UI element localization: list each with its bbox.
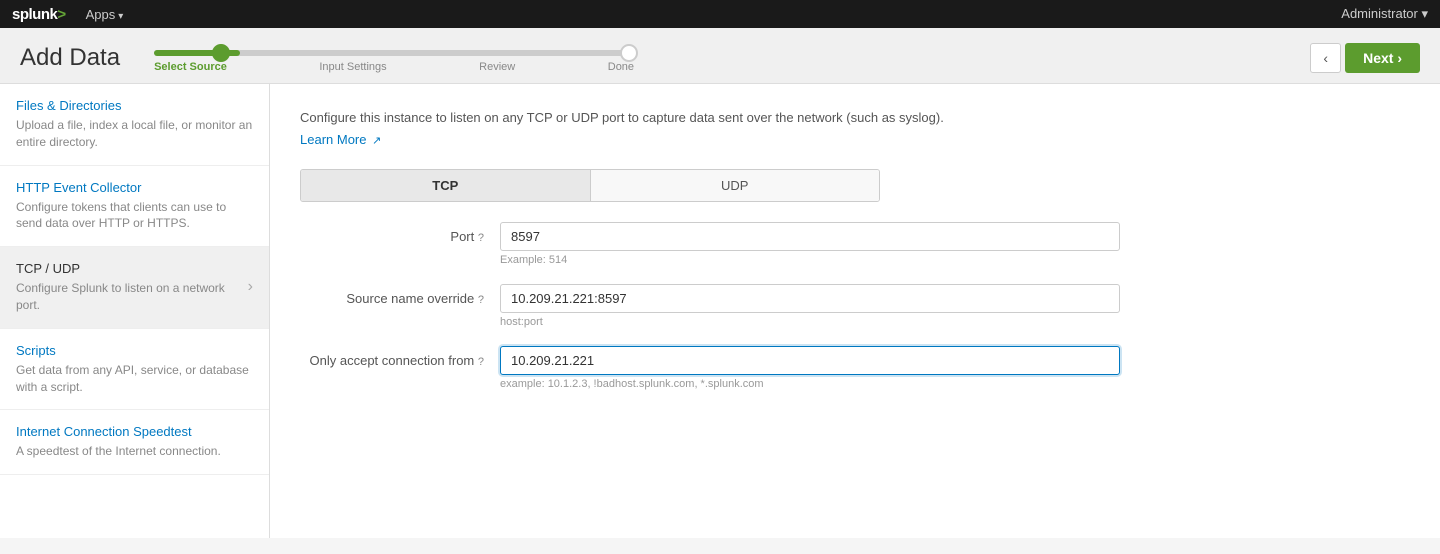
right-panel: Configure this instance to listen on any… (270, 84, 1440, 538)
wizard-top (144, 42, 644, 56)
input-port[interactable] (500, 222, 1120, 251)
label-source-name-override: Source name override ? (300, 284, 500, 306)
header-area: Add Data Select Source Input Settings Re… (0, 28, 1440, 84)
sidebar: Files & Directories Upload a file, index… (0, 84, 270, 538)
tcp-button[interactable]: TCP (301, 170, 591, 201)
hint-source-name-override: host:port (500, 316, 1120, 328)
form-fields: Port ?Example: 514 Source name override ?… (300, 222, 1410, 390)
wizard-step-3: Review (479, 61, 515, 73)
input-source-name-override[interactable] (500, 284, 1120, 313)
sidebar-item-speedtest-title: Internet Connection Speedtest (16, 424, 253, 439)
nav-buttons: ‹ Next › (1310, 43, 1420, 73)
udp-button[interactable]: UDP (591, 170, 880, 201)
sidebar-item-http-desc: Configure tokens that clients can use to… (16, 199, 253, 233)
learn-more-link[interactable]: Learn More ↗ (300, 132, 381, 147)
wizard-step-1: Select Source (154, 61, 227, 73)
sidebar-item-http[interactable]: HTTP Event Collector Configure tokens th… (0, 166, 269, 248)
sidebar-item-speedtest[interactable]: Internet Connection Speedtest A speedtes… (0, 410, 269, 475)
hint-only-accept-connection: example: 10.1.2.3, !badhost.splunk.com, … (500, 378, 1120, 390)
sidebar-item-files-desc: Upload a file, index a local file, or mo… (16, 117, 253, 151)
field-wrapper-only-accept-connection: example: 10.1.2.3, !badhost.splunk.com, … (500, 346, 1120, 390)
sidebar-item-tcp-title: TCP / UDP (16, 261, 248, 276)
chevron-right-icon: › (248, 278, 253, 296)
help-icon-source-name-override[interactable]: ? (478, 294, 484, 306)
form-row-source-name-override: Source name override ?host:port (300, 284, 1120, 328)
sidebar-item-tcp[interactable]: TCP / UDP Configure Splunk to listen on … (0, 247, 269, 329)
page-title: Add Data (20, 44, 120, 72)
form-row-only-accept-connection: Only accept connection from ?example: 10… (300, 346, 1120, 390)
field-wrapper-port: Example: 514 (500, 222, 1120, 266)
next-button[interactable]: Next › (1345, 43, 1420, 73)
wizard-dot-done (620, 44, 638, 62)
wizard-dot-active (212, 44, 230, 62)
main-content: Files & Directories Upload a file, index… (0, 84, 1440, 538)
sidebar-item-tcp-row: TCP / UDP Configure Splunk to listen on … (16, 261, 253, 314)
sidebar-item-tcp-desc: Configure Splunk to listen on a network … (16, 280, 248, 314)
sidebar-item-files-title: Files & Directories (16, 98, 253, 113)
external-link-icon: ↗ (372, 135, 381, 147)
help-icon-only-accept-connection[interactable]: ? (478, 356, 484, 368)
splunk-logo: splunk> (12, 6, 66, 23)
apps-arrow: ▾ (118, 11, 123, 22)
panel-description: Configure this instance to listen on any… (300, 108, 1410, 128)
input-only-accept-connection[interactable] (500, 346, 1120, 375)
label-only-accept-connection: Only accept connection from ? (300, 346, 500, 368)
form-row-port: Port ?Example: 514 (300, 222, 1120, 266)
hint-port: Example: 514 (500, 254, 1120, 266)
admin-menu[interactable]: Administrator ▾ (1341, 6, 1428, 22)
sidebar-item-speedtest-desc: A speedtest of the Internet connection. (16, 443, 253, 460)
top-nav: splunk> Apps▾ Administrator ▾ (0, 0, 1440, 28)
apps-label: Apps (86, 7, 116, 22)
wizard-step-2: Input Settings (319, 61, 386, 73)
help-icon-port[interactable]: ? (478, 232, 484, 244)
admin-label: Administrator ▾ (1341, 6, 1428, 21)
learn-more-label: Learn More (300, 132, 366, 147)
sidebar-item-scripts[interactable]: Scripts Get data from any API, service, … (0, 329, 269, 411)
wizard: Select Source Input Settings Review Done (144, 42, 644, 73)
protocol-toggle: TCP UDP (300, 169, 880, 202)
field-wrapper-source-name-override: host:port (500, 284, 1120, 328)
prev-button[interactable]: ‹ (1310, 43, 1341, 73)
wizard-step-4: Done (608, 61, 634, 73)
sidebar-item-http-title: HTTP Event Collector (16, 180, 253, 195)
sidebar-item-scripts-title: Scripts (16, 343, 253, 358)
apps-menu[interactable]: Apps▾ (86, 7, 124, 22)
sidebar-item-tcp-content: TCP / UDP Configure Splunk to listen on … (16, 261, 248, 314)
label-port: Port ? (300, 222, 500, 244)
sidebar-item-scripts-desc: Get data from any API, service, or datab… (16, 362, 253, 396)
sidebar-item-files[interactable]: Files & Directories Upload a file, index… (0, 84, 269, 166)
